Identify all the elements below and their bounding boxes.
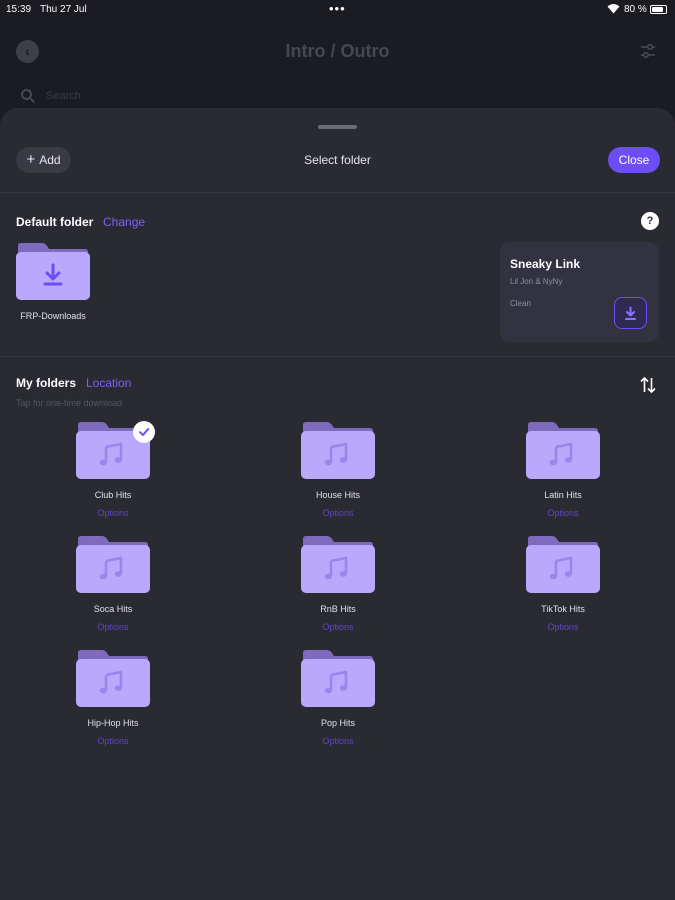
folder-label: Latin Hits bbox=[544, 490, 582, 500]
background-app-header: ‹ Intro / Outro Search bbox=[0, 20, 675, 110]
folder-label: Soca Hits bbox=[93, 604, 133, 614]
folder-options-link[interactable]: Options bbox=[278, 622, 398, 632]
selected-badge bbox=[133, 421, 155, 443]
sliders-icon[interactable] bbox=[639, 42, 657, 60]
folder-options-link[interactable]: Options bbox=[278, 736, 398, 746]
song-version: Clean bbox=[510, 299, 531, 308]
default-folder-heading: Default folder bbox=[16, 215, 94, 229]
check-icon bbox=[139, 428, 150, 436]
sheet-grabber[interactable] bbox=[318, 125, 357, 129]
folder-label: Club Hits bbox=[94, 490, 132, 500]
folder-options-link[interactable]: Options bbox=[53, 508, 173, 518]
folder-label: RnB Hits bbox=[320, 604, 356, 614]
sort-arrows-icon[interactable] bbox=[639, 376, 657, 394]
folder-options-link[interactable]: Options bbox=[503, 508, 623, 518]
download-icon bbox=[625, 306, 636, 320]
battery-percent: 80 % bbox=[624, 4, 647, 15]
change-link[interactable]: Change bbox=[103, 215, 145, 229]
folder-house-hits[interactable] bbox=[301, 421, 375, 479]
search-input[interactable]: Search bbox=[46, 90, 81, 102]
song-artist: Lil Jon & NyNy bbox=[510, 277, 563, 286]
folder-rnb-hits[interactable] bbox=[301, 535, 375, 593]
divider bbox=[0, 356, 675, 357]
song-title: Sneaky Link bbox=[510, 257, 581, 271]
folder-soca-hits[interactable] bbox=[76, 535, 150, 593]
status-bar: 15:39 Thu 27 Jul ••• 80 % bbox=[0, 0, 675, 20]
default-folder-label: FRP-Downloads bbox=[20, 311, 86, 321]
select-folder-sheet: + Add Select folder Close Default folder… bbox=[0, 108, 675, 900]
folder-latin-hits[interactable] bbox=[526, 421, 600, 479]
page-title: Intro / Outro bbox=[285, 41, 390, 61]
multitask-dots[interactable]: ••• bbox=[329, 1, 346, 16]
folder-label: Hip-Hop Hits bbox=[87, 718, 139, 728]
location-link[interactable]: Location bbox=[86, 376, 131, 390]
status-time: 15:39 bbox=[6, 4, 32, 15]
search-icon bbox=[21, 89, 36, 104]
close-button[interactable]: Close bbox=[608, 147, 660, 173]
status-date: Thu 27 Jul bbox=[40, 4, 87, 15]
folder-hip-hop-hits[interactable] bbox=[76, 649, 150, 707]
wifi-icon bbox=[607, 4, 620, 14]
question-icon: ? bbox=[646, 215, 654, 227]
battery-icon bbox=[650, 5, 667, 14]
folder-tiktok-hits[interactable] bbox=[526, 535, 600, 593]
folder-label: TikTok Hits bbox=[541, 604, 585, 614]
default-folder[interactable] bbox=[16, 242, 90, 300]
folder-options-link[interactable]: Options bbox=[278, 508, 398, 518]
my-folders-subtitle: Tap for one-time download bbox=[16, 398, 123, 408]
folder-options-link[interactable]: Options bbox=[53, 736, 173, 746]
divider bbox=[0, 192, 675, 193]
my-folders-heading: My folders bbox=[16, 376, 77, 390]
folder-label: Pop Hits bbox=[320, 718, 355, 728]
song-card: Sneaky Link Lil Jon & NyNy Clean bbox=[500, 242, 659, 342]
sheet-title: Select folder bbox=[304, 153, 371, 167]
folder-pop-hits[interactable] bbox=[301, 649, 375, 707]
folder-options-link[interactable]: Options bbox=[53, 622, 173, 632]
folder-label: House Hits bbox=[315, 490, 360, 500]
folder-options-link[interactable]: Options bbox=[503, 622, 623, 632]
help-button[interactable]: ? bbox=[641, 212, 659, 230]
song-download-button[interactable] bbox=[614, 297, 647, 329]
